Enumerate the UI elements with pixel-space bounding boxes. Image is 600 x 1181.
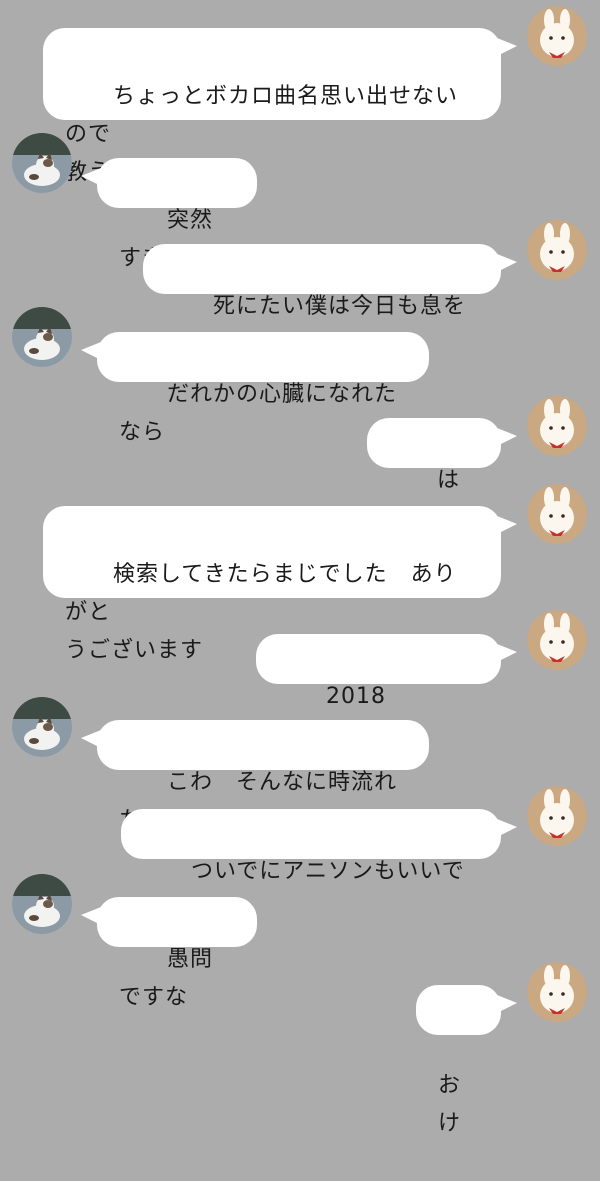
bunny-avatar-icon[interactable]: [527, 484, 587, 544]
message-bubble[interactable]: 愚問ですな: [81, 897, 257, 1010]
bunny-avatar-icon[interactable]: [527, 610, 587, 670]
message-bubble[interactable]: 死にたい僕は今日も息をして: [143, 244, 517, 357]
message-bubble[interactable]: こわ そんなに時流れた？: [81, 720, 429, 833]
message-text: おけ: [438, 1073, 462, 1136]
cat-avatar-icon[interactable]: [12, 697, 72, 757]
cat-avatar-icon[interactable]: [12, 307, 72, 367]
message-bubble[interactable]: 突然すぎる: [81, 158, 257, 271]
cat-avatar-icon[interactable]: [12, 133, 72, 193]
message-bubble[interactable]: 検索してきたらまじでした ありがと うございます: [43, 506, 517, 663]
bunny-avatar-icon[interactable]: [527, 962, 587, 1022]
bunny-avatar-icon[interactable]: [527, 220, 587, 280]
message-bubble[interactable]: ちょっとボカロ曲名思い出せないので 教えてください: [43, 28, 517, 185]
bunny-avatar-icon[interactable]: [527, 6, 587, 66]
cat-avatar-icon[interactable]: [12, 874, 72, 934]
bunny-avatar-icon[interactable]: [527, 786, 587, 846]
message-text: だれかの心臓になれたなら: [119, 382, 397, 445]
message-text: 愚問ですな: [119, 947, 213, 1010]
message-bubble[interactable]: だれかの心臓になれたなら: [81, 332, 429, 445]
message-bubble[interactable]: 2018年！？？？？: [256, 634, 517, 747]
message-bubble[interactable]: ついでにアニソンもいいですか: [121, 809, 517, 922]
chat-thread: ちょっとボカロ曲名思い出せないので 教えてください 突然すぎる: [0, 0, 600, 1136]
message-bubble[interactable]: おけ: [416, 985, 517, 1136]
bunny-avatar-icon[interactable]: [527, 396, 587, 456]
message-bubble[interactable]: はやんい: [367, 418, 517, 531]
